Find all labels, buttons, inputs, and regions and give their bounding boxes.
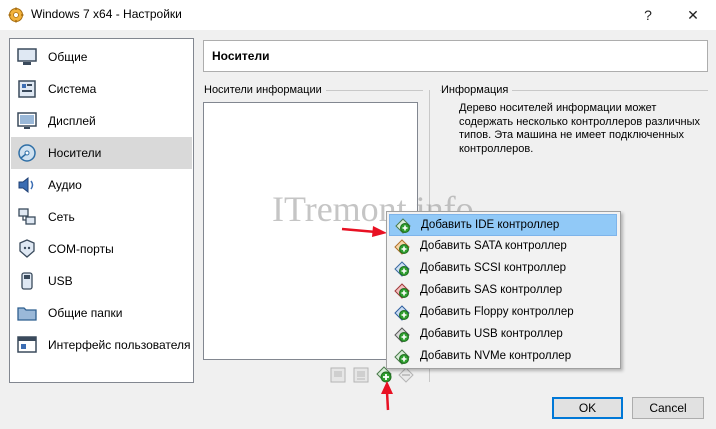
info-label: Информация	[441, 84, 513, 96]
audio-icon	[18, 176, 34, 194]
add-attachment-icon[interactable]	[352, 366, 370, 384]
add-controller-menu: Добавить IDE контроллер Добавить SATA ко…	[386, 211, 621, 369]
sidebar-item-label: Общие папки	[48, 306, 123, 320]
sidebar-item-label: Носители	[48, 146, 102, 160]
menu-item-add-sata[interactable]: Добавить SATA контроллер	[389, 236, 617, 258]
sidebar-item-label: USB	[48, 274, 73, 288]
menu-item-add-floppy[interactable]: Добавить Floppy контроллер	[389, 302, 617, 324]
menu-item-label: Добавить SAS контроллер	[420, 284, 563, 296]
sidebar-item-storage[interactable]: Носители	[11, 137, 192, 169]
shared-folder-icon	[17, 307, 37, 321]
sidebar-item-user-interface[interactable]: Интерфейс пользователя	[11, 329, 192, 361]
close-button[interactable]: ✕	[671, 0, 715, 30]
menu-item-label: Добавить SATA контроллер	[420, 240, 567, 252]
sidebar-item-display[interactable]: Дисплей	[11, 105, 192, 137]
storage-icon	[18, 144, 36, 162]
sas-controller-add-icon	[394, 283, 410, 299]
usb-controller-add-icon	[394, 327, 410, 343]
network-icon	[18, 208, 36, 225]
sidebar-item-label: Аудио	[48, 178, 82, 192]
cancel-button[interactable]: Cancel	[632, 397, 704, 419]
annotation-arrow-up-icon	[381, 381, 393, 411]
general-icon	[17, 48, 37, 65]
sidebar-item-network[interactable]: Сеть	[11, 201, 192, 233]
help-button[interactable]: ?	[626, 0, 670, 30]
sidebar-item-general[interactable]: Общие	[11, 41, 192, 73]
sidebar-item-label: Сеть	[48, 210, 75, 224]
sata-controller-add-icon	[394, 239, 410, 255]
menu-item-label: Добавить USB контроллер	[420, 328, 563, 340]
nvme-controller-add-icon	[394, 349, 410, 365]
serial-port-icon	[19, 239, 35, 258]
menu-item-label: Добавить Floppy контроллер	[420, 306, 574, 318]
menu-item-add-ide[interactable]: Добавить IDE контроллер	[389, 214, 617, 236]
menu-item-add-usb[interactable]: Добавить USB контроллер	[389, 324, 617, 346]
floppy-controller-add-icon	[394, 305, 410, 321]
display-icon	[17, 112, 37, 129]
page-title: Носители	[212, 49, 270, 63]
usb-icon	[21, 272, 33, 290]
scsi-controller-add-icon	[394, 261, 410, 277]
menu-item-add-scsi[interactable]: Добавить SCSI контроллер	[389, 258, 617, 280]
storage-tree-label: Носители информации	[204, 84, 326, 96]
sidebar-item-label: Система	[48, 82, 97, 96]
menu-item-label: Добавить IDE контроллер	[421, 219, 560, 231]
sidebar-item-usb[interactable]: USB	[11, 265, 192, 297]
sidebar-item-shared-folders[interactable]: Общие папки	[11, 297, 192, 329]
menu-item-label: Добавить SCSI контроллер	[420, 262, 566, 274]
system-icon	[18, 80, 36, 98]
ok-button[interactable]: OK	[552, 397, 623, 419]
annotation-arrow-right-icon	[341, 226, 387, 237]
sidebar-item-label: Дисплей	[48, 114, 96, 128]
window-title: Windows 7 x64 - Настройки	[31, 7, 182, 21]
virtualbox-settings-icon	[8, 7, 24, 23]
title-bar: Windows 7 x64 - Настройки ? ✕	[0, 0, 716, 30]
sidebar-item-label: Общие	[48, 50, 88, 64]
menu-item-add-sas[interactable]: Добавить SAS контроллер	[389, 280, 617, 302]
menu-item-label: Добавить NVMe контроллер	[420, 350, 572, 362]
ide-controller-add-icon	[395, 218, 411, 234]
user-interface-icon	[17, 336, 37, 353]
info-text: Дерево носителей информации может содерж…	[459, 102, 701, 155]
sidebar-item-system[interactable]: Система	[11, 73, 192, 105]
settings-sidebar: Общие Система Дисплей Носители Аудио Сет…	[9, 38, 194, 383]
sidebar-item-serial-ports[interactable]: COM-порты	[11, 233, 192, 265]
sidebar-item-audio[interactable]: Аудио	[11, 169, 192, 201]
menu-item-add-nvme[interactable]: Добавить NVMe контроллер	[389, 346, 617, 368]
sidebar-item-label: COM-порты	[48, 242, 114, 256]
remove-attachment-icon[interactable]	[329, 366, 347, 384]
page-header: Носители	[203, 40, 708, 72]
sidebar-item-label: Интерфейс пользователя	[48, 338, 191, 352]
